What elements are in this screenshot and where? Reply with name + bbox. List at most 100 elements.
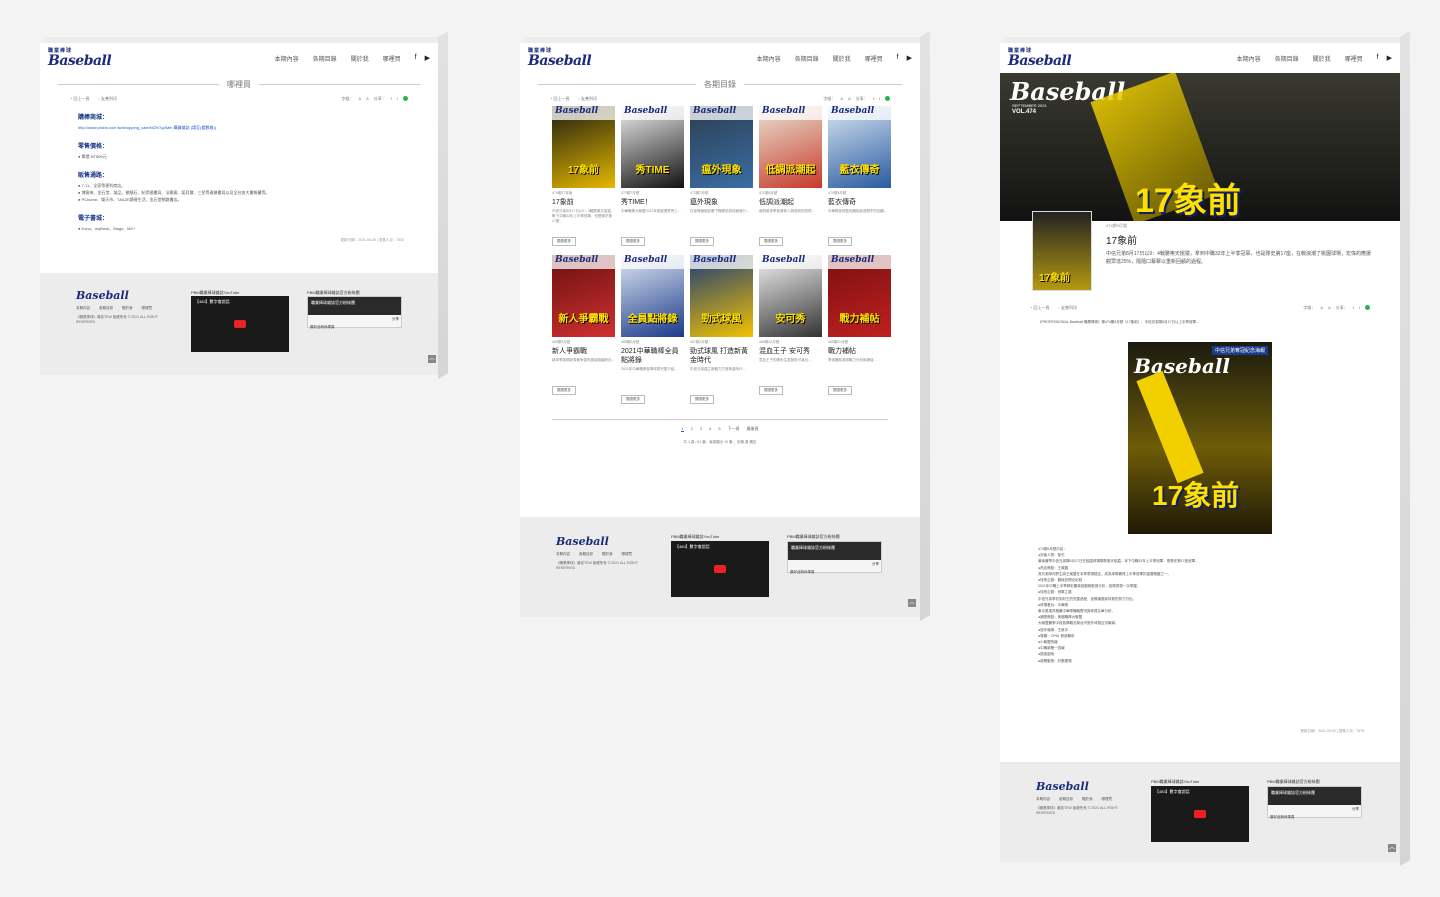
footer-link[interactable]: 哪裡買: [622, 552, 633, 557]
back-button[interactable]: ◔ 回上一頁: [70, 96, 90, 102]
read-more-button[interactable]: 閱讀更多: [621, 395, 645, 404]
fb-like-button[interactable]: 讚好此粉絲專頁: [788, 568, 817, 576]
read-more-button[interactable]: 閱讀更多: [690, 237, 714, 246]
nav-item-about[interactable]: 關於我: [1313, 54, 1331, 63]
facebook-share-icon[interactable]: f: [1353, 305, 1354, 311]
read-more-button[interactable]: 閱讀更多: [828, 386, 852, 395]
nav-item-about[interactable]: 關於我: [833, 54, 851, 63]
issue-cover[interactable]: Baseball 藍衣傳奇: [828, 106, 891, 188]
back-button[interactable]: ◔ 回上一頁: [550, 96, 570, 102]
read-more-button[interactable]: 閱讀更多: [690, 395, 714, 404]
issue-title[interactable]: 勁式球風 打造新黃金時代: [690, 347, 753, 365]
issue-cover[interactable]: Baseball 安可秀: [759, 255, 822, 337]
issue-title[interactable]: 藍衣傳奇: [828, 198, 891, 207]
nav-item-where-to-buy[interactable]: 哪裡買: [383, 54, 401, 63]
facebook-embed[interactable]: 職業棒球雜誌官方粉絲團 讚好此粉絲專頁 分享: [787, 541, 882, 576]
print-button[interactable]: ◌ 友善列印: [1058, 305, 1078, 311]
line-share-icon[interactable]: [885, 96, 890, 101]
fb-like-button[interactable]: 讚好此粉絲專頁: [308, 323, 337, 331]
footer-link[interactable]: 關於我: [122, 306, 133, 311]
youtube-embed[interactable]: 【483】數字會說話: [671, 541, 769, 597]
issue-card[interactable]: Baseball 17象前 474期17年版 17象前 中信兄弟8月17日以9：4戰勝樂…: [552, 106, 615, 247]
youtube-embed[interactable]: 【483】數字會說話: [191, 296, 289, 352]
font-small-button[interactable]: A: [358, 96, 361, 102]
issue-cover[interactable]: Baseball 戰力補帖: [828, 255, 891, 337]
line-share-icon[interactable]: [403, 96, 408, 101]
footer-link[interactable]: 哪裡買: [142, 306, 153, 311]
page-link[interactable]: 2: [691, 426, 693, 432]
issue-cover[interactable]: Baseball 新人爭霸戰: [552, 255, 615, 337]
youtube-icon[interactable]: ▶: [1387, 54, 1392, 62]
issue-card[interactable]: Baseball 全員點將錄 468期2月號 2021中華職棒全員點將錄 2021年中華…: [621, 255, 684, 405]
issue-card[interactable]: Baseball 新人爭霸戰 469期3月號 新人爭霸戰 新球季各隊新秀競爭激烈誰能脫穎…: [552, 255, 615, 405]
read-more-button[interactable]: 閱讀更多: [759, 237, 783, 246]
back-button[interactable]: ◔ 回上一頁: [1030, 305, 1050, 311]
fb-like-button[interactable]: 讚好此粉絲專頁: [1268, 813, 1297, 821]
nav-item-catalog[interactable]: 各期目錄: [795, 54, 819, 63]
footer-link[interactable]: 各期目錄: [579, 552, 593, 557]
issue-title[interactable]: 瘟外現象: [690, 198, 753, 207]
back-to-top-button[interactable]: ︿: [908, 599, 916, 607]
footer-link[interactable]: 關於我: [1082, 797, 1093, 802]
page-link[interactable]: 5: [718, 426, 720, 432]
nav-item-current[interactable]: 本期內容: [275, 54, 299, 63]
issue-card[interactable]: Baseball 藍衣傳奇 470期4月號 藍衣傳奇 中華隊身穿藍色戰袍創造歷史的回顧……: [828, 106, 891, 247]
issue-title[interactable]: 2021中華職棒全員點將錄: [621, 347, 684, 365]
footer-link[interactable]: 哪裡買: [1102, 797, 1113, 802]
issue-card[interactable]: Baseball 秀TIME 473期7月號 秀TIME！ 中華職棒大聯盟2021年首屆…: [621, 106, 684, 247]
facebook-icon[interactable]: f: [1377, 54, 1379, 62]
play-icon[interactable]: [714, 565, 726, 573]
issue-card[interactable]: Baseball 戰力補帖 465期11月號 戰力補帖 季後賽前各隊戰力分析與補強… 閱讀…: [828, 255, 891, 405]
facebook-embed[interactable]: 職業棒球雜誌官方粉絲團 讚好此粉絲專頁 分享: [1267, 786, 1362, 821]
facebook-icon[interactable]: f: [415, 54, 417, 62]
youtube-icon[interactable]: ▶: [425, 54, 430, 62]
issue-title[interactable]: 低調派潮起: [759, 198, 822, 207]
font-large-button[interactable]: A: [366, 96, 369, 102]
footer-link[interactable]: 關於我: [602, 552, 613, 557]
footer-link[interactable]: 各期目錄: [99, 306, 113, 311]
footer-logo[interactable]: Baseball: [1036, 780, 1126, 793]
font-small-button[interactable]: A: [840, 96, 843, 102]
facebook-share-icon[interactable]: f: [873, 96, 874, 102]
twitter-share-icon[interactable]: t: [397, 96, 398, 102]
issue-cover[interactable]: Baseball 秀TIME: [621, 106, 684, 188]
facebook-share-icon[interactable]: f: [391, 96, 392, 102]
issue-title[interactable]: 17象前: [552, 198, 615, 207]
print-button[interactable]: ◌ 友善列印: [578, 96, 598, 102]
nav-item-about[interactable]: 關於我: [351, 54, 369, 63]
read-more-button[interactable]: 閱讀更多: [552, 386, 576, 395]
issue-thumbnail[interactable]: 17象前: [1032, 211, 1092, 291]
youtube-embed[interactable]: 【483】數字會說話: [1151, 786, 1249, 842]
footer-link[interactable]: 本期內容: [1036, 797, 1050, 802]
footer-link[interactable]: 本期內容: [76, 306, 90, 311]
issue-cover[interactable]: Baseball 瘟外現象: [690, 106, 753, 188]
page-link[interactable]: 4: [709, 426, 711, 432]
nav-item-where-to-buy[interactable]: 哪裡買: [1345, 54, 1363, 63]
issue-title[interactable]: 戰力補帖: [828, 347, 891, 356]
print-button[interactable]: ◌ 友善列印: [98, 96, 118, 102]
issue-card[interactable]: Baseball 安可秀 466期12月號 混血王子 安可秀 混血王子的精彩生涯與安可演…: [759, 255, 822, 405]
shop-link[interactable]: http://www.probb.com.tw/shopping_cate/NI…: [78, 125, 216, 130]
twitter-share-icon[interactable]: t: [879, 96, 880, 102]
play-icon[interactable]: [1194, 810, 1206, 818]
issue-cover[interactable]: Baseball 全員點將錄: [621, 255, 684, 337]
footer-link[interactable]: 各期目錄: [1059, 797, 1073, 802]
fb-share-button[interactable]: 分享: [1350, 805, 1361, 814]
site-logo[interactable]: 職業棒球 Baseball: [1008, 48, 1072, 68]
nav-item-current[interactable]: 本期內容: [757, 54, 781, 63]
footer-link[interactable]: 本期內容: [556, 552, 570, 557]
page-link[interactable]: 3: [700, 426, 702, 432]
facebook-icon[interactable]: f: [897, 54, 899, 62]
font-large-button[interactable]: A: [848, 96, 851, 102]
issue-cover[interactable]: Baseball 低調派潮起: [759, 106, 822, 188]
font-small-button[interactable]: A: [1320, 305, 1323, 311]
page-link[interactable]: 1: [681, 426, 684, 432]
facebook-embed[interactable]: 職業棒球雜誌官方粉絲團 讚好此粉絲專頁 分享: [307, 296, 402, 331]
read-more-button[interactable]: 閱讀更多: [621, 237, 645, 246]
line-share-icon[interactable]: [1365, 305, 1370, 310]
youtube-icon[interactable]: ▶: [907, 54, 912, 62]
footer-logo[interactable]: Baseball: [556, 535, 646, 548]
nav-item-catalog[interactable]: 各期目錄: [1275, 54, 1299, 63]
site-logo[interactable]: 職業棒球 Baseball: [48, 48, 112, 68]
back-to-top-button[interactable]: ︿: [1388, 844, 1396, 852]
